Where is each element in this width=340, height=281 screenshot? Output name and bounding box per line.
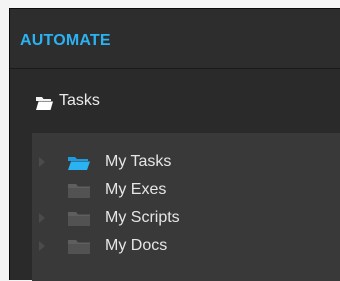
- expand-arrow-icon[interactable]: [39, 157, 45, 167]
- task-tree: My Tasks My Exes My Scripts My Docs: [32, 133, 340, 281]
- folder-icon: [68, 184, 90, 198]
- tree-item-label: My Tasks: [105, 153, 172, 170]
- tree-item-label: My Docs: [105, 237, 168, 254]
- tree-item-my-exes[interactable]: My Exes: [32, 177, 340, 203]
- tree-item-my-tasks[interactable]: My Tasks: [32, 149, 340, 175]
- automate-window: AUTOMATE Tasks My Tasks My Exes My Scrip…: [9, 8, 340, 281]
- tree-item-my-scripts[interactable]: My Scripts: [32, 205, 340, 231]
- tree-item-my-docs[interactable]: My Docs: [32, 233, 340, 259]
- tree-item-label: My Exes: [105, 181, 167, 198]
- tree-item-label: My Scripts: [105, 209, 180, 226]
- expand-arrow-icon[interactable]: [39, 213, 45, 223]
- app-title: AUTOMATE: [20, 32, 111, 49]
- folder-open-icon: [68, 157, 90, 170]
- expand-arrow-icon[interactable]: [39, 241, 45, 251]
- app-header: AUTOMATE: [10, 9, 340, 69]
- folder-icon: [68, 240, 90, 254]
- section-title: Tasks: [59, 92, 100, 109]
- folder-open-icon: [36, 97, 53, 110]
- folder-icon: [68, 212, 90, 226]
